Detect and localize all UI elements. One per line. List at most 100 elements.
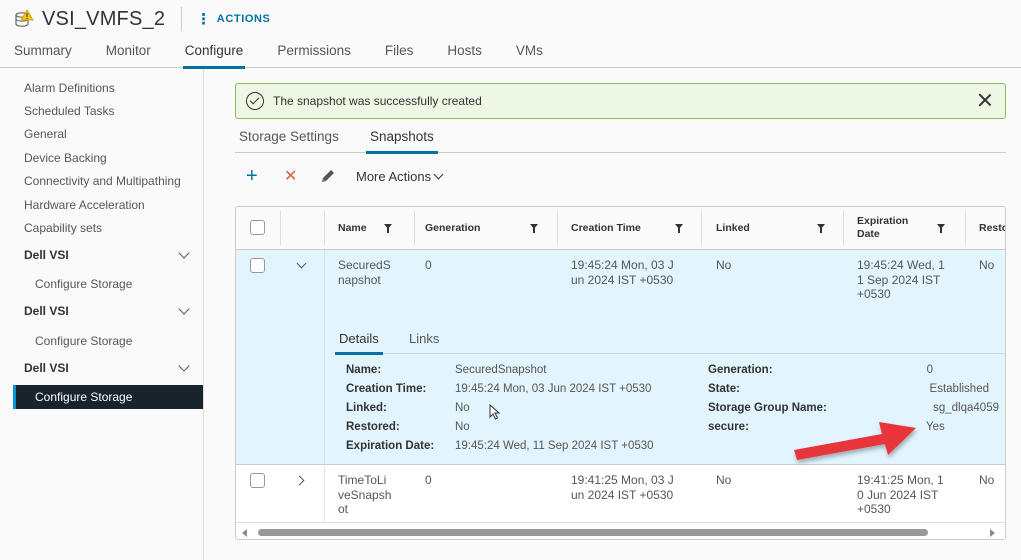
object-title: VSI_VMFS_2 — [42, 7, 166, 30]
sidebar-item-configure-storage-3-selected[interactable]: Configure Storage — [13, 385, 203, 409]
object-header: VSI_VMFS_2 ⋮ ACTIONS Summary Monitor Con… — [0, 0, 1021, 69]
chevron-down-icon — [178, 360, 190, 372]
detail-tabs: Details Links — [335, 325, 1005, 355]
scrollbar-thumb[interactable] — [258, 529, 928, 536]
actions-menu-button[interactable]: ⋮ ACTIONS — [196, 10, 271, 28]
chevron-down-icon[interactable] — [296, 258, 307, 269]
tab-vms[interactable]: VMs — [516, 40, 543, 68]
sidebar-group-dell-vsi-3[interactable]: Dell VSI — [24, 360, 194, 375]
tab-configure[interactable]: Configure — [182, 40, 245, 69]
column-header-linked[interactable]: Linked — [716, 207, 750, 249]
more-actions-dropdown[interactable]: More Actions — [356, 169, 444, 184]
sidebar-item-alarm-definitions[interactable]: Alarm Definitions — [24, 81, 115, 95]
table-row[interactable]: TimeToLi veSnapsh ot 0 19:41:25 Mon, 03 Ju… — [236, 466, 1005, 523]
detail-label-expiration-date: Expiration Date: — [346, 440, 435, 452]
page: VSI_VMFS_2 ⋮ ACTIONS Summary Monitor Con… — [0, 0, 1021, 560]
tab-monitor[interactable]: Monitor — [106, 40, 151, 68]
sidebar-group-label: Dell VSI — [24, 361, 69, 375]
detail-value-restored: No — [455, 421, 470, 433]
cell-restored: No — [979, 473, 995, 487]
select-all-checkbox[interactable] — [250, 220, 265, 235]
filter-icon[interactable] — [817, 224, 825, 233]
sidebar-group-dell-vsi-2[interactable]: Dell VSI — [24, 303, 194, 318]
storage-sub-tabs: Storage Settings Snapshots — [235, 124, 1006, 154]
detail-value-linked: No — [455, 402, 470, 414]
detail-label-state: State: — [708, 383, 740, 395]
close-icon[interactable] — [977, 92, 993, 108]
edit-snapshot-button[interactable] — [320, 168, 336, 184]
sidebar-group-label: Dell VSI — [24, 304, 69, 318]
snapshots-datagrid: Name Generation Creation Time Linked Exp… — [235, 206, 1006, 540]
sidebar-item-scheduled-tasks[interactable]: Scheduled Tasks — [24, 104, 115, 118]
filter-icon[interactable] — [937, 224, 945, 233]
cell-generation: 0 — [425, 258, 432, 272]
sidebar-item-capability-sets[interactable]: Capability sets — [24, 221, 102, 235]
detail-value-name: SecuredSnapshot — [455, 364, 547, 376]
detail-value-expiration-date: 19:45:24 Wed, 11 Sep 2024 IST +0530 — [455, 440, 654, 452]
column-header-restored[interactable]: Resto — [979, 207, 1005, 249]
delete-snapshot-button[interactable]: ✕ — [284, 166, 300, 186]
add-snapshot-button[interactable]: + — [246, 165, 264, 188]
detail-value-storage-group-name: sg_dlqa4059 — [933, 402, 999, 414]
cell-creation-time: 19:41:25 Mon, 03 Jun 2024 IST +0530 — [571, 473, 674, 502]
filter-icon[interactable] — [675, 224, 683, 233]
cell-expiration-date: 19:45:24 Wed, 11 Sep 2024 IST +0530 — [857, 258, 945, 301]
tab-snapshots[interactable]: Snapshots — [366, 129, 438, 154]
tab-hosts[interactable]: Hosts — [447, 40, 482, 68]
sidebar-group-dell-vsi-1[interactable]: Dell VSI — [24, 247, 194, 262]
sidebar-item-connectivity-multipathing[interactable]: Connectivity and Multipathing — [24, 174, 181, 188]
actions-label: ACTIONS — [216, 13, 271, 25]
sidebar-item-configure-storage-2[interactable]: Configure Storage — [35, 334, 132, 348]
chevron-down-icon — [178, 303, 190, 315]
success-alert: The snapshot was successfully created — [235, 83, 1006, 119]
chevron-down-icon — [178, 247, 190, 259]
scroll-left-arrow-icon[interactable] — [242, 529, 247, 537]
alert-message: The snapshot was successfully created — [273, 94, 482, 108]
detail-label-creation-time: Creation Time: — [346, 383, 427, 395]
detail-value-creation-time: 19:45:24 Mon, 03 Jun 2024 IST +0530 — [455, 383, 652, 395]
column-header-expiration-date[interactable]: Expiration Date — [857, 207, 917, 249]
column-header-creation-time[interactable]: Creation Time — [571, 207, 641, 249]
detail-label-name: Name: — [346, 364, 382, 376]
row-checkbox[interactable] — [250, 258, 265, 273]
configure-sidebar: Alarm Definitions Scheduled Tasks Genera… — [0, 69, 204, 560]
row-checkbox[interactable] — [250, 473, 265, 488]
cell-generation: 0 — [425, 473, 432, 487]
object-nav-tabs: Summary Monitor Configure Permissions Fi… — [0, 40, 1021, 69]
tab-summary[interactable]: Summary — [14, 40, 72, 68]
detail-label-secure: secure: — [708, 421, 749, 433]
scroll-right-arrow-icon[interactable] — [990, 529, 995, 537]
grid-header: Name Generation Creation Time Linked Exp… — [236, 207, 1005, 250]
detail-label-generation: Generation: — [708, 364, 773, 376]
sidebar-item-device-backing[interactable]: Device Backing — [24, 151, 107, 165]
tab-storage-settings[interactable]: Storage Settings — [239, 129, 339, 153]
horizontal-scrollbar[interactable] — [236, 524, 1005, 539]
filter-icon[interactable] — [384, 224, 392, 233]
cell-creation-time: 19:45:24 Mon, 03 Jun 2024 IST +0530 — [571, 258, 674, 287]
mouse-cursor-icon — [489, 404, 501, 420]
sidebar-item-configure-storage-1[interactable]: Configure Storage — [35, 277, 132, 291]
column-header-name[interactable]: Name — [338, 207, 367, 249]
cell-linked: No — [716, 258, 732, 272]
annotation-arrow-icon — [794, 422, 916, 460]
pencil-icon — [322, 170, 334, 182]
snapshot-toolbar: + ✕ More Actions — [246, 165, 444, 188]
vertical-dots-icon: ⋮ — [196, 10, 212, 28]
tab-files[interactable]: Files — [385, 40, 414, 68]
tab-permissions[interactable]: Permissions — [277, 40, 351, 68]
sidebar-group-label: Dell VSI — [24, 248, 69, 262]
cell-name: TimeToLi veSnapsh ot — [338, 473, 392, 516]
tab-links[interactable]: Links — [409, 331, 439, 354]
filter-icon[interactable] — [530, 224, 538, 233]
column-header-generation[interactable]: Generation — [425, 207, 480, 249]
cell-restored: No — [979, 258, 995, 272]
detail-label-restored: Restored: — [346, 421, 400, 433]
sidebar-item-hardware-acceleration[interactable]: Hardware Acceleration — [24, 198, 145, 212]
chevron-right-icon[interactable] — [294, 475, 305, 486]
detail-value-secure: Yes — [926, 421, 945, 433]
tab-details[interactable]: Details — [335, 331, 383, 355]
detail-value-generation: 0 — [926, 364, 933, 376]
sidebar-item-general[interactable]: General — [24, 127, 67, 141]
datastore-warning-icon — [14, 9, 34, 29]
title-row: VSI_VMFS_2 ⋮ ACTIONS — [14, 6, 270, 32]
